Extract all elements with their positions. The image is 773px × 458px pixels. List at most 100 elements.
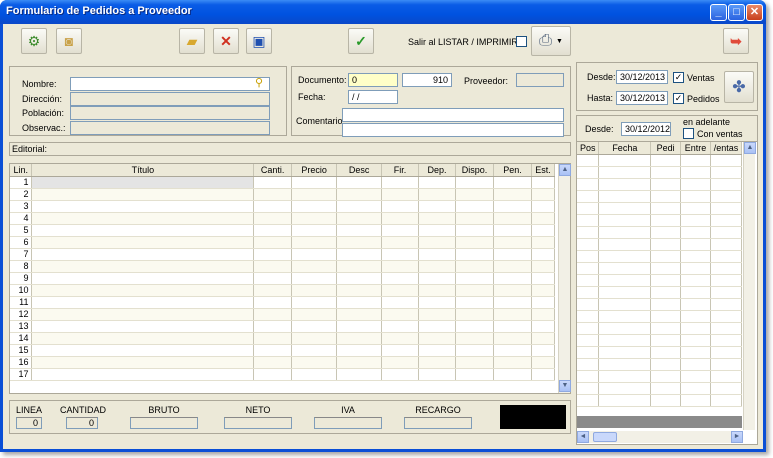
side-table-row[interactable]	[577, 370, 742, 383]
column-header[interactable]: Dispo.	[455, 164, 494, 177]
side-table-cell[interactable]	[577, 226, 600, 239]
side-table-cell[interactable]	[598, 310, 652, 323]
side-table-cell[interactable]	[598, 250, 652, 263]
table-cell[interactable]	[336, 248, 383, 261]
table-row[interactable]: 3	[10, 200, 556, 213]
scroll-down-icon[interactable]: ▼	[559, 380, 571, 392]
side-table-cell[interactable]	[650, 202, 682, 215]
table-cell[interactable]	[418, 224, 456, 237]
table-cell[interactable]	[253, 284, 293, 297]
side-table-cell[interactable]	[577, 214, 600, 227]
table-cell[interactable]	[418, 368, 456, 381]
side-table-cell[interactable]	[650, 178, 682, 191]
side-table-cell[interactable]	[577, 178, 600, 191]
table-cell[interactable]	[336, 344, 383, 357]
table-cell[interactable]	[531, 332, 556, 345]
save-button[interactable]: ▣	[246, 28, 272, 54]
side-table-cell[interactable]	[710, 214, 742, 227]
side-scrollbar-h[interactable]: ◄ ►	[577, 431, 743, 443]
side-table-cell[interactable]	[710, 274, 742, 287]
table-cell[interactable]	[31, 188, 255, 201]
table-cell[interactable]	[336, 212, 383, 225]
table-cell[interactable]	[381, 272, 420, 285]
table-cell[interactable]	[31, 200, 255, 213]
table-row[interactable]: 8	[10, 260, 556, 273]
side-table-cell[interactable]	[680, 238, 712, 251]
table-cell[interactable]	[455, 248, 494, 261]
table-cell[interactable]	[381, 200, 420, 213]
table-cell[interactable]	[493, 368, 532, 381]
table-cell[interactable]	[455, 200, 494, 213]
table-row[interactable]: 1	[10, 176, 556, 189]
side-table-cell[interactable]	[577, 370, 600, 383]
table-cell[interactable]	[253, 344, 293, 357]
side-table-cell[interactable]	[710, 334, 742, 347]
table-cell[interactable]	[531, 200, 556, 213]
table-cell[interactable]	[493, 356, 532, 369]
table-cell[interactable]	[381, 344, 420, 357]
table-cell[interactable]	[531, 368, 556, 381]
table-cell[interactable]	[291, 212, 338, 225]
table-cell[interactable]	[336, 260, 383, 273]
column-header[interactable]: Pen.	[493, 164, 532, 177]
table-cell[interactable]	[253, 332, 293, 345]
table-cell[interactable]	[531, 344, 556, 357]
side-table-cell[interactable]	[650, 274, 682, 287]
table-cell[interactable]	[253, 320, 293, 333]
table-cell[interactable]	[418, 344, 456, 357]
table-cell[interactable]	[381, 320, 420, 333]
table-cell[interactable]	[455, 356, 494, 369]
print-button[interactable]: ⎙ ▼	[531, 26, 571, 56]
side-table-cell[interactable]	[577, 262, 600, 275]
table-cell[interactable]	[31, 212, 255, 225]
search-customer-button[interactable]: ⚙	[21, 28, 47, 54]
table-cell[interactable]	[531, 272, 556, 285]
table-row[interactable]: 4	[10, 212, 556, 225]
table-cell[interactable]	[336, 200, 383, 213]
table-cell[interactable]	[531, 320, 556, 333]
side-table-cell[interactable]	[577, 166, 600, 179]
side-table-cell[interactable]	[577, 250, 600, 263]
side-table-cell[interactable]	[650, 166, 682, 179]
side-table-row[interactable]	[577, 178, 742, 191]
side-table-row[interactable]	[577, 214, 742, 227]
side-table-cell[interactable]	[577, 190, 600, 203]
side-table-cell[interactable]	[650, 322, 682, 335]
table-cell[interactable]	[31, 368, 255, 381]
table-cell[interactable]	[493, 284, 532, 297]
side-table-cell[interactable]	[577, 358, 600, 371]
side-table-cell[interactable]	[710, 262, 742, 275]
table-cell[interactable]	[455, 188, 494, 201]
side-table-row[interactable]	[577, 250, 742, 263]
table-cell[interactable]	[455, 308, 494, 321]
side-table-cell[interactable]	[710, 286, 742, 299]
table-cell[interactable]	[31, 224, 255, 237]
table-cell[interactable]	[531, 212, 556, 225]
side-table-cell[interactable]	[650, 214, 682, 227]
column-header[interactable]: Lin.	[10, 164, 33, 177]
side-table-cell[interactable]	[650, 298, 682, 311]
table-cell[interactable]	[291, 176, 338, 189]
table-cell[interactable]	[418, 188, 456, 201]
table-cell[interactable]	[336, 188, 383, 201]
table-row[interactable]: 10	[10, 284, 556, 297]
table-row[interactable]: 11	[10, 296, 556, 309]
table-cell[interactable]	[531, 188, 556, 201]
side-table-cell[interactable]	[577, 202, 600, 215]
side-table-cell[interactable]	[710, 358, 742, 371]
side-table-cell[interactable]	[680, 250, 712, 263]
side-table-cell[interactable]	[598, 382, 652, 395]
side-table-cell[interactable]	[710, 190, 742, 203]
table-row[interactable]: 17	[10, 368, 556, 381]
table-cell[interactable]	[253, 260, 293, 273]
table-cell[interactable]	[253, 224, 293, 237]
table-cell[interactable]	[493, 332, 532, 345]
table-cell[interactable]	[493, 200, 532, 213]
table-cell[interactable]	[381, 224, 420, 237]
side-table-cell[interactable]	[650, 250, 682, 263]
side-table-cell[interactable]	[577, 346, 600, 359]
side-table-cell[interactable]	[577, 322, 600, 335]
side-table-row[interactable]	[577, 262, 742, 275]
side-table-cell[interactable]	[680, 298, 712, 311]
side-table-cell[interactable]	[680, 286, 712, 299]
